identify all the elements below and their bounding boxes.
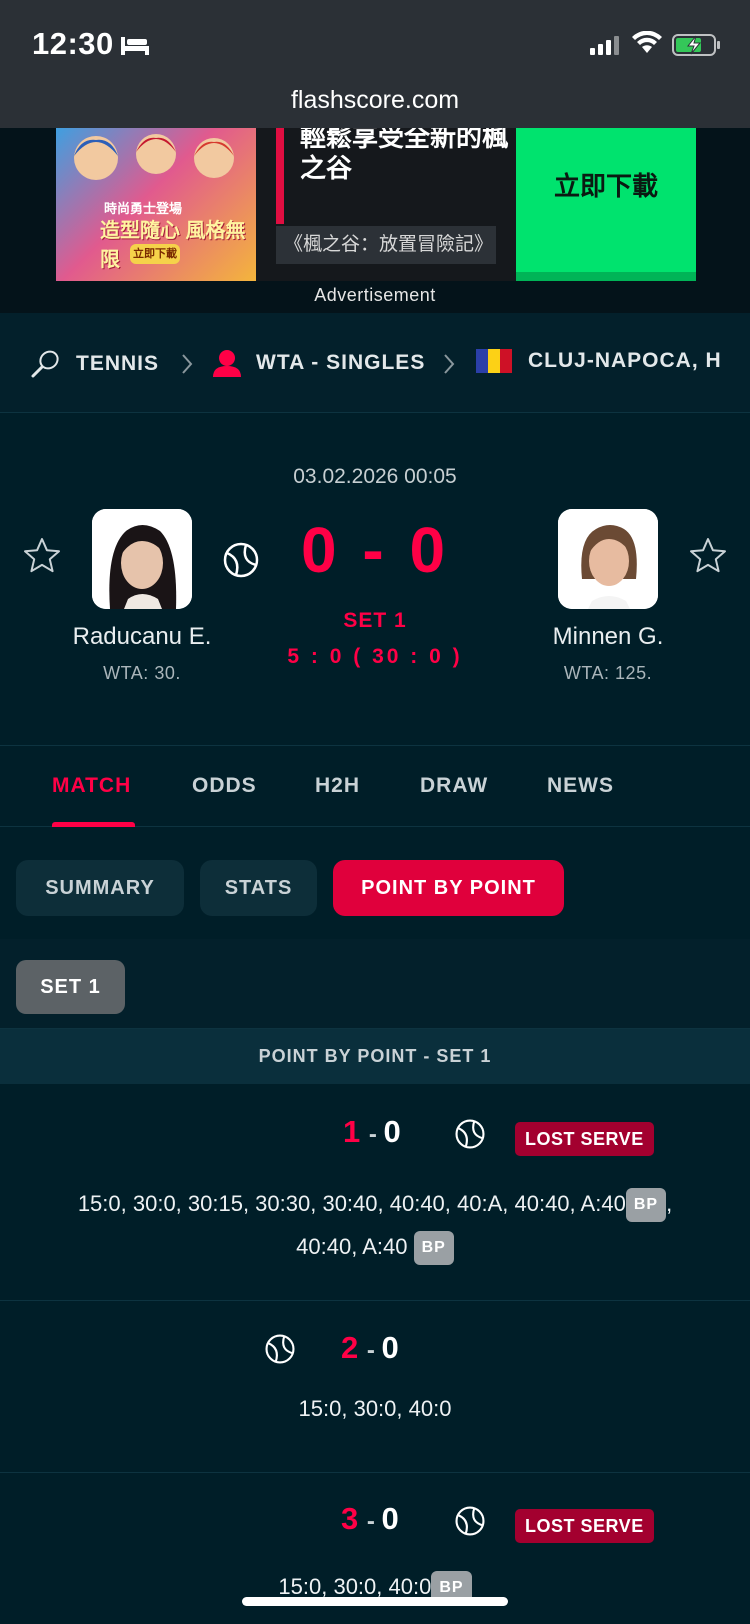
point-sequence-line: 40:40, A:40 [296, 1234, 408, 1259]
score-separator: - [366, 1337, 382, 1364]
away-player-rank: WTA: 125. [563, 663, 653, 683]
tab-odds[interactable]: ODDS [192, 774, 257, 798]
tab-match[interactable]: MATCH [52, 774, 131, 798]
ad-label: Advertisement [314, 285, 436, 305]
chevron-right-icon [444, 354, 455, 374]
home-player-name[interactable]: Raducanu E. [22, 623, 262, 651]
break-point-badge: BP [625, 1188, 667, 1223]
browser-url-bar[interactable]: flashscore.com [0, 78, 750, 128]
cellular-signal-icon [590, 36, 619, 55]
break-point-badge: BP [413, 1231, 454, 1266]
home-indicator[interactable] [242, 1597, 508, 1606]
set-1-filter[interactable]: SET 1 [16, 960, 125, 1014]
game-score: 3 - 0 [341, 1501, 399, 1537]
server-ball-icon [455, 1119, 485, 1149]
game-away-score: 0 [383, 1114, 401, 1149]
server-ball-icon [455, 1506, 485, 1536]
advertisement-area: 時尚勇士登場 造型隨心 風格無限 立即下載 輕鬆享受全新的楓之谷 《楓之谷：放置… [0, 128, 750, 313]
current-game-score: 5 : 0 ( 30 : 0 ) [287, 645, 463, 668]
tennis-racket-icon [31, 350, 59, 378]
lost-serve-badge: LOST SERVE [515, 1122, 654, 1156]
ad-subtitle: 《楓之谷：放置冒險記》 [276, 226, 496, 264]
game-row: 1 - 0 LOST SERVE 15:0, 30:0, 30:15, 30:3… [0, 1084, 750, 1301]
breadcrumb-category-label: WTA - SINGLES [256, 351, 426, 374]
ad-characters-illustration [74, 134, 234, 180]
person-icon [213, 350, 241, 377]
romania-flag-icon [476, 349, 512, 373]
match-status: SET 1 [343, 609, 407, 632]
point-sequence-line: 15:0, 30:0, 30:15, 30:30, 30:40, 40:40, … [77, 1191, 626, 1216]
game-score: 1 - 0 [343, 1114, 401, 1150]
match-datetime: 03.02.2026 00:05 [293, 465, 457, 488]
game-home-score: 1 [343, 1114, 361, 1149]
home-player-avatar[interactable] [92, 509, 192, 609]
favorite-star-icon[interactable] [22, 536, 62, 576]
player-photo-minnen [558, 509, 658, 609]
game-home-score: 3 [341, 1501, 359, 1536]
breadcrumb-sport-label: TENNIS [76, 352, 160, 375]
player-photo-raducanu [92, 509, 192, 609]
status-time: 12:30 [32, 26, 114, 61]
set-filter-bar: SET 1 [0, 939, 750, 1029]
url-text: flashscore.com [290, 86, 460, 114]
serving-ball-icon [223, 542, 259, 578]
favorite-star-icon[interactable] [688, 536, 728, 576]
server-ball-icon [265, 1334, 295, 1364]
breadcrumb-sport[interactable]: TENNIS [30, 349, 159, 379]
ad-headline: 輕鬆享受全新的楓之谷 [300, 128, 509, 183]
breadcrumb-tournament[interactable]: CLUJ-NAPOCA, H [476, 349, 722, 373]
score-separator: - [368, 1121, 384, 1148]
ad-art-slogan: 造型隨心 風格無限 [100, 220, 246, 271]
subtab-point-by-point[interactable]: POINT BY POINT [333, 860, 564, 916]
game-away-score: 0 [381, 1330, 399, 1365]
tab-draw[interactable]: DRAW [420, 774, 488, 798]
point-by-point-header: POINT BY POINT - SET 1 [0, 1029, 750, 1084]
battery-charging-icon [672, 34, 720, 56]
point-sequence: 15:0, 30:0, 30:15, 30:30, 30:40, 40:40, … [0, 1182, 750, 1225]
sleep-mode-icon [121, 37, 149, 55]
match-score: 0 - 0 [300, 514, 450, 586]
away-player-avatar[interactable] [558, 509, 658, 609]
subtab-summary[interactable]: SUMMARY [16, 860, 184, 916]
home-player-rank: WTA: 30. [103, 663, 181, 683]
sub-tabs: SUMMARY STATS POINT BY POINT [0, 827, 750, 939]
wifi-icon [632, 31, 662, 53]
tab-news[interactable]: NEWS [547, 774, 614, 798]
point-sequence: 15:0, 30:0, 40:0 [0, 1387, 750, 1430]
tab-h2h[interactable]: H2H [315, 774, 360, 798]
chevron-right-icon [182, 354, 193, 374]
lost-serve-badge: LOST SERVE [515, 1509, 654, 1543]
point-sequence-line: 15:0, 30:0, 40:0 [298, 1396, 452, 1421]
breadcrumb: TENNIS WTA - SINGLES CLUJ-NAPOCA, H [0, 313, 750, 413]
point-sequence-line: 15:0, 30:0, 40:0 [278, 1574, 432, 1599]
game-score: 2 - 0 [341, 1330, 399, 1366]
ad-accent-bar [276, 128, 284, 224]
ad-cta-bar [516, 272, 696, 281]
status-bar: 12:30 [0, 0, 750, 90]
ad-banner[interactable]: 時尚勇士登場 造型隨心 風格無限 立即下載 輕鬆享受全新的楓之谷 《楓之谷：放置… [56, 128, 696, 281]
ad-cta-label[interactable]: 立即下載 [516, 166, 696, 203]
breadcrumb-tournament-label: CLUJ-NAPOCA, H [528, 349, 722, 372]
away-player-name[interactable]: Minnen G. [488, 623, 728, 651]
ad-cta-button[interactable] [516, 128, 696, 281]
game-away-score: 0 [381, 1501, 399, 1536]
ad-artwork: 時尚勇士登場 造型隨心 風格無限 立即下載 [56, 128, 256, 281]
subtab-stats[interactable]: STATS [200, 860, 317, 916]
breadcrumb-category[interactable]: WTA - SINGLES [212, 349, 425, 377]
point-sequence: 40:40, A:40 BP [0, 1225, 750, 1268]
ad-art-button: 立即下載 [130, 244, 180, 264]
score-separator: - [366, 1508, 382, 1535]
main-tabs: MATCH ODDS H2H DRAW NEWS [0, 745, 750, 828]
game-home-score: 2 [341, 1330, 359, 1365]
match-header: 03.02.2026 00:05 0 - 0 SET 1 5 : 0 ( 30 … [0, 413, 750, 745]
game-row: 2 - 0 15:0, 30:0, 40:0 [0, 1301, 750, 1473]
